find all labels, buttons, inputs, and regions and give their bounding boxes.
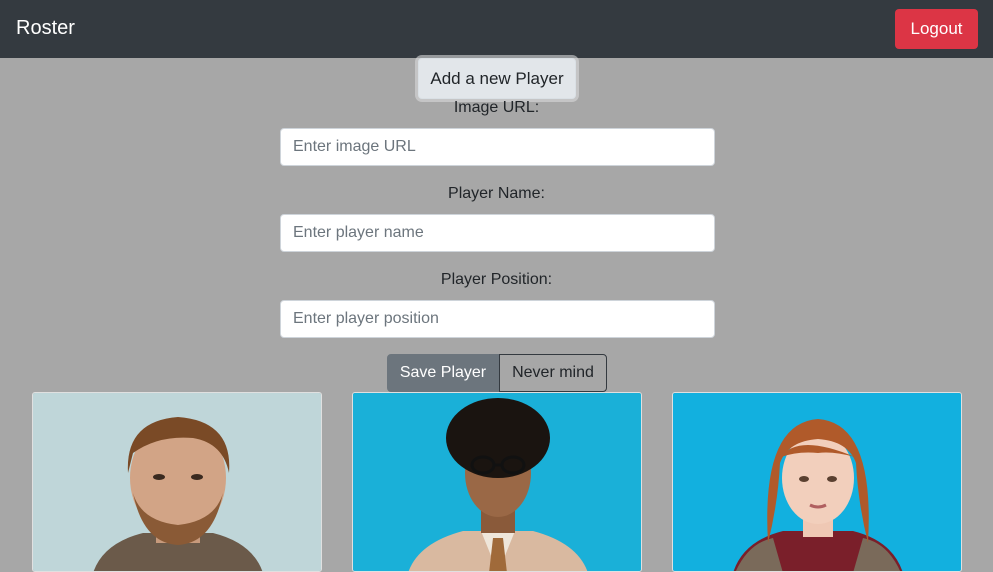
- player-photo: [33, 393, 321, 571]
- player-card[interactable]: [672, 392, 962, 572]
- image-url-label: Image URL:: [453, 99, 540, 116]
- player-name-input[interactable]: [280, 214, 715, 252]
- player-card[interactable]: [352, 392, 642, 572]
- player-card[interactable]: [32, 392, 322, 572]
- save-player-button[interactable]: Save Player: [387, 354, 499, 392]
- never-mind-button[interactable]: Never mind: [499, 354, 607, 392]
- image-url-input[interactable]: [280, 128, 715, 166]
- player-name-label: Player Name:: [448, 185, 545, 202]
- player-position-input[interactable]: [280, 300, 715, 338]
- add-player-button[interactable]: Add a new Player: [418, 58, 576, 99]
- navbar-brand[interactable]: Roster: [16, 16, 75, 40]
- player-photo: [673, 393, 961, 571]
- logout-button[interactable]: Logout: [895, 9, 978, 49]
- navbar: Roster Logout: [0, 0, 993, 58]
- player-photo: [353, 393, 641, 571]
- player-position-label: Player Position:: [440, 271, 553, 288]
